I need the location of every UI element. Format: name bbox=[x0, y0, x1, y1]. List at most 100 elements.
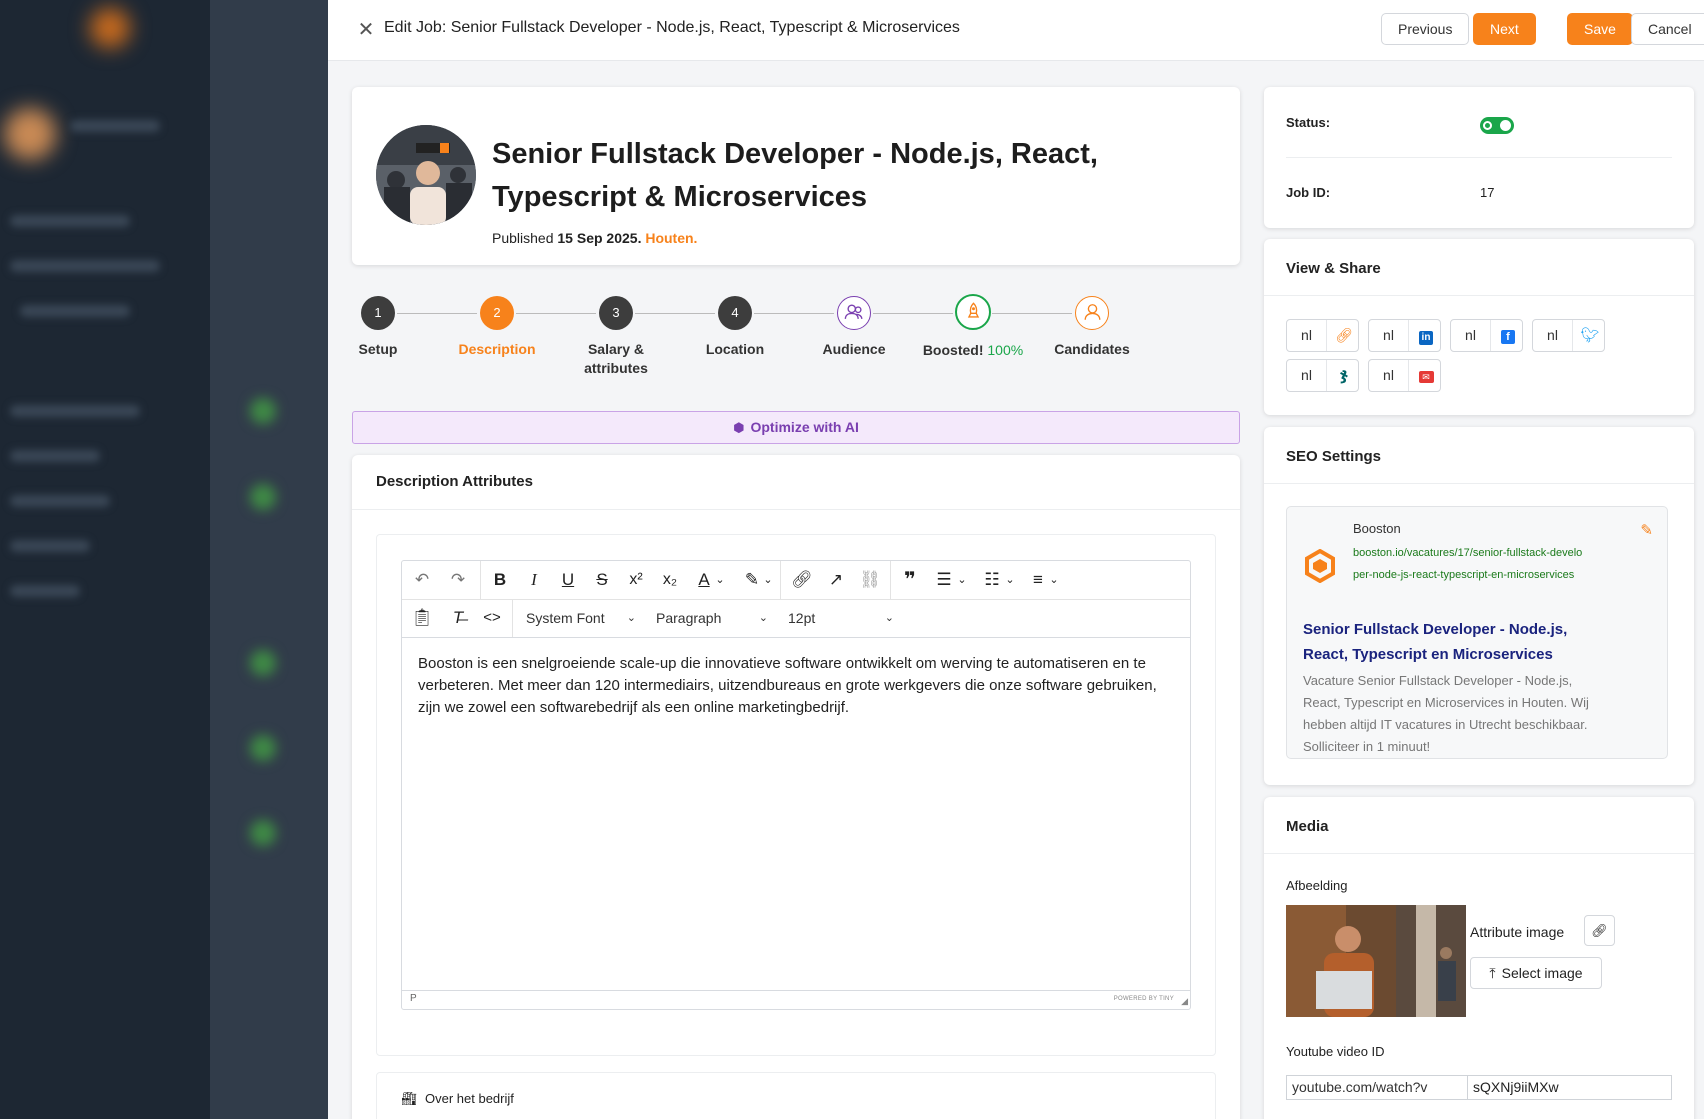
share-email-button[interactable]: nl ✉ bbox=[1368, 359, 1441, 392]
facebook-icon: f bbox=[1492, 320, 1524, 351]
step-label: Candidates bbox=[1054, 341, 1130, 357]
background-text bbox=[10, 405, 140, 417]
booston-logo-icon bbox=[1303, 548, 1337, 584]
chevron-down-icon: ⌄ bbox=[758, 612, 768, 624]
font-size-value: 12pt bbox=[788, 610, 816, 626]
seo-headline[interactable]: Senior Fullstack Developer - Node.js, Re… bbox=[1303, 617, 1613, 667]
seo-card: SEO Settings Booston ✎ booston.io/vacatu… bbox=[1264, 427, 1694, 785]
font-size-select[interactable]: 12pt ⌄ bbox=[776, 604, 900, 632]
editor-content[interactable]: Booston is een snelgroeiende scale-up di… bbox=[418, 653, 1174, 719]
background-status-dot bbox=[250, 484, 276, 510]
email-icon: ✉ bbox=[1410, 360, 1442, 391]
chevron-down-icon[interactable]: ⌄ bbox=[712, 566, 728, 594]
bold-icon[interactable]: B bbox=[486, 566, 514, 594]
step-number: 2 bbox=[480, 296, 514, 330]
chevron-down-icon[interactable]: ⌄ bbox=[954, 566, 970, 594]
seo-description: Vacature Senior Fullstack Developer - No… bbox=[1303, 673, 1589, 754]
step-number: 3 bbox=[599, 296, 633, 330]
job-image[interactable] bbox=[1286, 905, 1466, 1017]
font-family-select[interactable]: System Font ⌄ bbox=[514, 604, 642, 632]
share-lang: nl bbox=[1369, 320, 1409, 351]
boosted-percent: 100% bbox=[987, 342, 1024, 358]
xing-icon: ჯ bbox=[1339, 367, 1349, 384]
toolbar-bottom-border bbox=[402, 637, 1190, 638]
background-status-dot bbox=[250, 650, 276, 676]
step-location[interactable]: 4 Location bbox=[670, 296, 800, 359]
youtube-id-input[interactable]: sQXNj9iiMXw bbox=[1467, 1075, 1672, 1100]
redo-icon[interactable]: ↷ bbox=[444, 566, 472, 594]
link-icon[interactable]: 🔗︎ bbox=[788, 566, 816, 594]
blockquote-icon[interactable]: ❞ bbox=[896, 566, 924, 594]
background-text bbox=[70, 120, 160, 132]
rich-text-editor: ↶ ↷ B I U S x² x₂ A ⌄ ✎ ⌄ 🔗︎ ↗ ⛓︎ ❞ ☰ ⌄ … bbox=[401, 560, 1191, 1010]
clear-format-icon[interactable]: T̶ bbox=[444, 604, 472, 632]
job-title: Senior Fullstack Developer - Node.js, Re… bbox=[492, 138, 1098, 213]
close-icon[interactable]: ✕ bbox=[354, 18, 378, 42]
background-logo bbox=[90, 8, 130, 48]
published-prefix: Published bbox=[492, 230, 554, 246]
previous-button[interactable]: Previous bbox=[1381, 13, 1470, 45]
source-code-icon[interactable]: <> bbox=[478, 604, 506, 632]
paste-text-icon[interactable]: 📋︎ bbox=[408, 604, 436, 632]
share-link-button[interactable]: nl 🔗︎ bbox=[1286, 319, 1359, 352]
step-boosted[interactable]: Boosted! 100% bbox=[908, 294, 1038, 360]
select-image-button[interactable]: ⤒ Select image bbox=[1470, 957, 1602, 989]
step-candidates[interactable]: Candidates bbox=[1027, 296, 1157, 359]
divider bbox=[352, 509, 1240, 510]
chevron-down-icon[interactable]: ⌄ bbox=[760, 566, 776, 594]
undo-icon[interactable]: ↶ bbox=[408, 566, 436, 594]
step-salary[interactable]: 3 Salary & attributes bbox=[551, 296, 681, 378]
media-card: Media Afbeelding Attribute image 🔗︎ ⤒ Sel… bbox=[1264, 797, 1694, 1119]
background-sidebar bbox=[0, 0, 210, 1119]
candidate-icon bbox=[1075, 296, 1109, 330]
italic-icon[interactable]: I bbox=[520, 566, 548, 594]
boosted-label: Boosted! bbox=[922, 342, 984, 358]
audience-icon bbox=[837, 296, 871, 330]
powered-by-label: POWERED BY TINY bbox=[1113, 996, 1174, 1002]
toggle-off-mark bbox=[1483, 121, 1492, 130]
share-twitter-button[interactable]: nl 🐦︎ bbox=[1532, 319, 1605, 352]
toolbar-divider bbox=[402, 599, 1190, 600]
superscript-icon[interactable]: x² bbox=[622, 566, 650, 594]
share-lang: nl bbox=[1287, 360, 1327, 391]
share-facebook-button[interactable]: nl f bbox=[1450, 319, 1523, 352]
resize-handle-icon[interactable]: ◢ bbox=[1181, 996, 1188, 1007]
company-section-label[interactable]: Over het bedrijf bbox=[425, 1091, 514, 1106]
step-audience[interactable]: Audience bbox=[789, 296, 919, 359]
chevron-down-icon[interactable]: ⌄ bbox=[1046, 566, 1062, 594]
share-xing-button[interactable]: nl ჯ bbox=[1286, 359, 1359, 392]
subscript-icon[interactable]: x₂ bbox=[656, 566, 684, 594]
background-text bbox=[20, 305, 130, 317]
step-setup[interactable]: 1 Setup bbox=[328, 296, 443, 359]
chevron-down-icon[interactable]: ⌄ bbox=[1002, 566, 1018, 594]
background-text bbox=[10, 450, 100, 462]
save-button[interactable]: Save bbox=[1567, 13, 1633, 45]
step-label: Boosted! 100% bbox=[908, 341, 1038, 360]
open-link-icon[interactable]: ↗ bbox=[822, 566, 850, 594]
share-linkedin-button[interactable]: nl in bbox=[1368, 319, 1441, 352]
divider bbox=[1264, 295, 1694, 296]
optimize-ai-button[interactable]: ⬢ Optimize with AI bbox=[352, 411, 1240, 444]
toolbar-separator bbox=[480, 561, 481, 599]
next-button[interactable]: Next bbox=[1473, 13, 1536, 45]
edit-icon[interactable]: ✎ bbox=[1640, 521, 1653, 539]
unlink-icon[interactable]: ⛓︎ bbox=[856, 566, 884, 594]
company-avatar bbox=[376, 125, 476, 225]
chevron-down-icon: ⌄ bbox=[626, 612, 636, 624]
strikethrough-icon[interactable]: S bbox=[588, 566, 616, 594]
link-icon: 🔗︎ bbox=[1335, 327, 1353, 343]
underline-icon[interactable]: U bbox=[554, 566, 582, 594]
share-lang: nl bbox=[1287, 320, 1327, 351]
step-label: Audience bbox=[822, 341, 886, 357]
block-format-select[interactable]: Paragraph ⌄ bbox=[644, 604, 774, 632]
attribute-link-button[interactable]: 🔗︎ bbox=[1584, 915, 1615, 946]
job-header-card: Senior Fullstack Developer - Node.js, Re… bbox=[352, 87, 1240, 265]
seo-url[interactable]: booston.io/vacatures/17/senior-fullstack… bbox=[1353, 542, 1583, 586]
cancel-button[interactable]: Cancel bbox=[1631, 13, 1704, 45]
description-title: Description Attributes bbox=[376, 473, 533, 490]
step-description[interactable]: 2 Description bbox=[432, 296, 562, 359]
status-toggle[interactable] bbox=[1480, 117, 1514, 134]
rocket-icon bbox=[955, 294, 991, 330]
background-status-dot bbox=[250, 398, 276, 424]
background-text bbox=[10, 215, 130, 227]
